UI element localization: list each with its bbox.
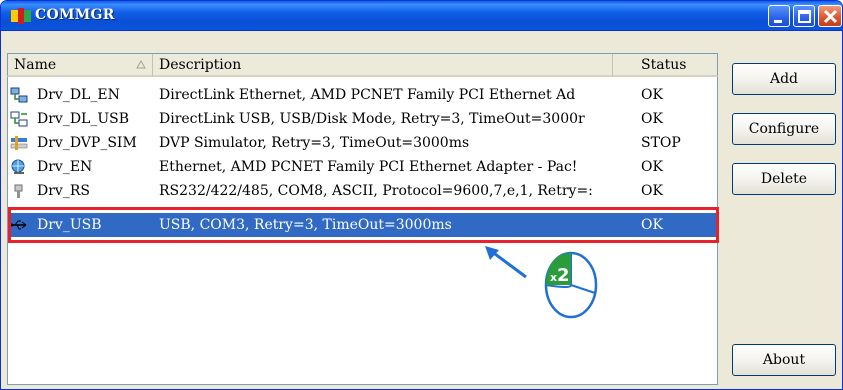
driver-name: Drv_DVP_SIM [37, 135, 137, 151]
usb-network-icon [10, 111, 28, 127]
maximize-button[interactable] [793, 5, 815, 27]
list-item[interactable]: Drv_DVP_SIM DVP Simulator, Retry=3, Time… [8, 131, 717, 155]
driver-name: Drv_EN [37, 159, 93, 175]
list-header: Name Description Status [7, 53, 718, 77]
list-item[interactable]: Drv_DL_EN DirectLink Ethernet, AMD PCNET… [8, 83, 717, 107]
maximize-icon [798, 10, 811, 23]
driver-status: OK [641, 111, 663, 127]
title-bar[interactable]: COMMGR [1, 1, 842, 31]
column-header-name[interactable]: Name [8, 54, 153, 76]
driver-description: DVP Simulator, Retry=3, TimeOut=3000ms [159, 135, 470, 151]
ethernet-globe-icon [10, 159, 28, 175]
driver-name: Drv_DL_USB [37, 111, 130, 127]
driver-name: Drv_DL_EN [37, 87, 120, 103]
commgr-app-icon [11, 8, 31, 24]
driver-status: STOP [641, 135, 681, 151]
about-button[interactable]: About [732, 344, 836, 376]
commgr-window: COMMGR Name Description Status Drv_DL_EN… [0, 0, 843, 390]
ethernet-network-icon [10, 87, 28, 103]
column-header-description[interactable]: Description [153, 54, 613, 76]
close-icon [823, 9, 838, 24]
list-item[interactable]: Drv_EN Ethernet, AMD PCNET Family PCI Et… [8, 155, 717, 179]
driver-status: OK [641, 183, 663, 199]
pointer-arrow-icon [485, 246, 527, 279]
double-click-count: 2 [557, 265, 570, 286]
column-header-status[interactable]: Status [613, 54, 717, 76]
delete-button[interactable]: Delete [732, 163, 836, 195]
double-click-annotation: x 2 [471, 241, 611, 325]
sort-ascending-icon [136, 60, 146, 69]
driver-status: OK [641, 87, 663, 103]
simulator-icon [10, 135, 28, 151]
configure-button[interactable]: Configure [732, 113, 836, 145]
driver-description: RS232/422/485, COM8, ASCII, Protocol=960… [159, 183, 593, 199]
driver-description: Ethernet, AMD PCNET Family PCI Ethernet … [159, 159, 578, 175]
list-item[interactable]: Drv_DL_USB DirectLink USB, USB/Disk Mode… [8, 107, 717, 131]
minimize-icon [774, 20, 782, 23]
window-title: COMMGR [35, 7, 115, 23]
driver-description: DirectLink Ethernet, AMD PCNET Family PC… [159, 87, 576, 103]
minimize-button[interactable] [768, 5, 790, 27]
driver-name: Drv_RS [37, 183, 90, 199]
driver-status: OK [641, 159, 663, 175]
driver-description: DirectLink USB, USB/Disk Mode, Retry=3, … [159, 111, 585, 127]
mouse-icon [544, 251, 598, 319]
serial-port-icon [10, 183, 28, 199]
close-button[interactable] [818, 5, 842, 27]
add-button[interactable]: Add [732, 63, 836, 95]
selection-highlight-box [8, 207, 719, 243]
list-item[interactable]: Drv_RS RS232/422/485, COM8, ASCII, Proto… [8, 179, 717, 203]
